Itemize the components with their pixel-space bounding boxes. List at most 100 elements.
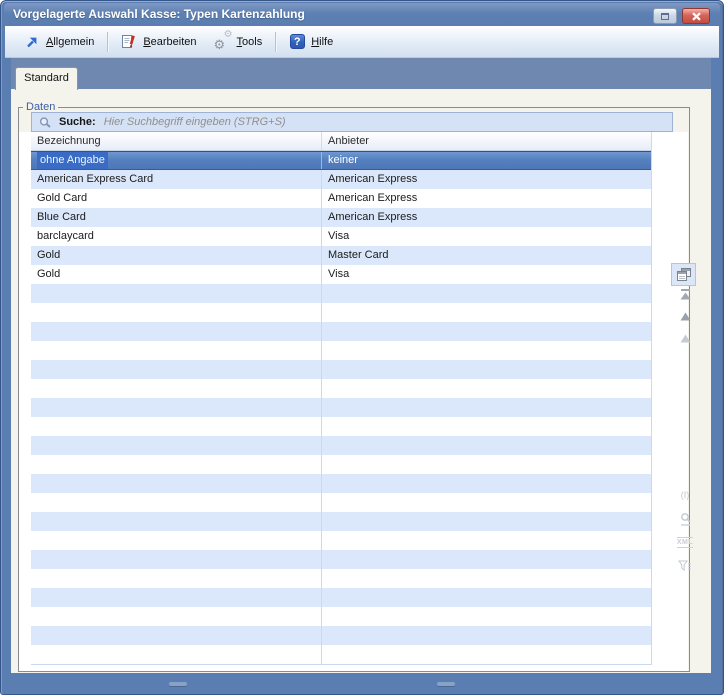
table-row-empty[interactable] xyxy=(31,512,651,531)
arrow-up-right-icon xyxy=(24,34,40,50)
magnifier-icon xyxy=(679,512,692,527)
cell-anbieter xyxy=(322,284,651,303)
scroll-up-button[interactable] xyxy=(671,312,699,321)
table-row[interactable]: Gold Master Card xyxy=(31,246,651,265)
cell-anbieter xyxy=(322,379,651,398)
scroll-up-alt-button[interactable] xyxy=(671,334,699,343)
table-row-empty[interactable] xyxy=(31,322,651,341)
cell-anbieter xyxy=(322,626,651,645)
help-icon: ? xyxy=(289,34,305,50)
table-body: ohne Angabe keiner American Express Card… xyxy=(31,151,651,665)
table-panel: Bezeichnung Anbieter ohne Angabe keiner … xyxy=(19,132,688,671)
filter-icon xyxy=(678,560,692,572)
field-content-button[interactable]: (I) xyxy=(671,491,699,500)
cell-anbieter xyxy=(322,322,651,341)
cell-bezeichnung: American Express Card xyxy=(31,170,322,189)
search-icon xyxy=(38,116,52,129)
main-toolbar: Allgemein Bearbeiten ⚙⚙ Tools ? Hilfe xyxy=(5,26,719,58)
search-input[interactable]: Suche: Hier Suchbegriff eingeben (STRG+S… xyxy=(31,112,673,132)
restore-icon xyxy=(661,13,669,20)
cell-bezeichnung xyxy=(31,322,322,341)
cell-anbieter xyxy=(322,455,651,474)
table-row-empty[interactable] xyxy=(31,645,651,664)
column-header-bezeichnung[interactable]: Bezeichnung xyxy=(31,132,322,150)
tab-label: Standard xyxy=(24,72,69,84)
table-row[interactable]: American Express Card American Express xyxy=(31,170,651,189)
cell-anbieter xyxy=(322,341,651,360)
filter-button[interactable] xyxy=(671,560,699,572)
table-row[interactable]: Blue Card American Express xyxy=(31,208,651,227)
search-placeholder: Hier Suchbegriff eingeben (STRG+S) xyxy=(104,116,286,128)
application-window: Vorgelagerte Auswahl Kasse: Typen Karten… xyxy=(0,0,724,695)
selected-cell-text: ohne Angabe xyxy=(37,152,108,169)
table-row-empty[interactable] xyxy=(31,360,651,379)
cell-bezeichnung xyxy=(31,474,322,493)
toolbar-button-bearbeiten[interactable]: Bearbeiten xyxy=(112,30,205,54)
titlebar[interactable]: Vorgelagerte Auswahl Kasse: Typen Karten… xyxy=(4,3,720,26)
table-row-empty[interactable] xyxy=(31,436,651,455)
table-row-empty[interactable] xyxy=(31,417,651,436)
table-row-empty[interactable] xyxy=(31,531,651,550)
column-header-anbieter[interactable]: Anbieter xyxy=(322,132,651,150)
toolbar-button-tools[interactable]: ⚙⚙ Tools xyxy=(206,30,272,54)
cell-anbieter: American Express xyxy=(322,189,651,208)
scroll-first-button[interactable] xyxy=(671,289,699,300)
toolbar-button-hilfe[interactable]: ? Hilfe xyxy=(280,30,342,54)
table-row-empty[interactable] xyxy=(31,550,651,569)
tab-strip xyxy=(11,58,711,89)
cell-bezeichnung xyxy=(31,455,322,474)
toolbar-label: Allgemein xyxy=(46,36,94,48)
table-row[interactable]: Gold Card American Express xyxy=(31,189,651,208)
paren-icon: (I) xyxy=(681,491,690,500)
table-row[interactable]: Gold Visa xyxy=(31,265,651,284)
search-label: Suche: xyxy=(59,116,96,128)
table-side-toolbar: (I) XML xyxy=(671,263,699,695)
close-icon xyxy=(691,12,702,21)
table-row-empty[interactable] xyxy=(31,474,651,493)
data-table: Bezeichnung Anbieter ohne Angabe keiner … xyxy=(31,132,652,665)
cell-bezeichnung xyxy=(31,512,322,531)
cell-bezeichnung xyxy=(31,360,322,379)
table-row-empty[interactable] xyxy=(31,398,651,417)
table-row-empty[interactable] xyxy=(31,455,651,474)
search-in-list-button[interactable] xyxy=(671,512,699,527)
toolbar-label: Tools xyxy=(237,36,263,48)
tab-standard[interactable]: Standard xyxy=(15,67,78,90)
cell-anbieter xyxy=(322,531,651,550)
cell-bezeichnung xyxy=(31,284,322,303)
table-row-empty[interactable] xyxy=(31,569,651,588)
table-row-empty[interactable] xyxy=(31,588,651,607)
close-button[interactable] xyxy=(682,8,710,24)
table-row-empty[interactable] xyxy=(31,341,651,360)
xml-export-button[interactable]: XML xyxy=(671,537,699,548)
cell-bezeichnung xyxy=(31,569,322,588)
cell-bezeichnung xyxy=(31,550,322,569)
restore-button[interactable] xyxy=(653,8,677,24)
scroll-up-icon xyxy=(680,312,691,321)
copy-icon xyxy=(677,268,691,281)
cell-bezeichnung xyxy=(31,417,322,436)
table-row-empty[interactable] xyxy=(31,493,651,512)
table-row-empty[interactable] xyxy=(31,626,651,645)
table-row-empty[interactable] xyxy=(31,284,651,303)
cell-bezeichnung: barclaycard xyxy=(31,227,322,246)
table-header-row: Bezeichnung Anbieter xyxy=(31,132,651,151)
table-row-empty[interactable] xyxy=(31,303,651,322)
toolbar-label: Hilfe xyxy=(311,36,333,48)
table-row-empty[interactable] xyxy=(31,607,651,626)
cell-bezeichnung: ohne Angabe xyxy=(31,152,322,169)
cell-anbieter xyxy=(322,360,651,379)
frame-grip xyxy=(437,682,455,686)
table-row[interactable]: ohne Angabe keiner xyxy=(31,151,651,170)
table-row-empty[interactable] xyxy=(31,379,651,398)
copy-button[interactable] xyxy=(671,263,696,286)
cell-bezeichnung xyxy=(31,588,322,607)
cell-anbieter xyxy=(322,645,651,664)
table-row[interactable]: barclaycard Visa xyxy=(31,227,651,246)
cell-bezeichnung xyxy=(31,493,322,512)
cell-bezeichnung: Gold xyxy=(31,265,322,284)
cell-anbieter xyxy=(322,474,651,493)
cell-anbieter xyxy=(322,303,651,322)
toolbar-button-allgemein[interactable]: Allgemein xyxy=(15,30,103,54)
cell-anbieter: American Express xyxy=(322,170,651,189)
